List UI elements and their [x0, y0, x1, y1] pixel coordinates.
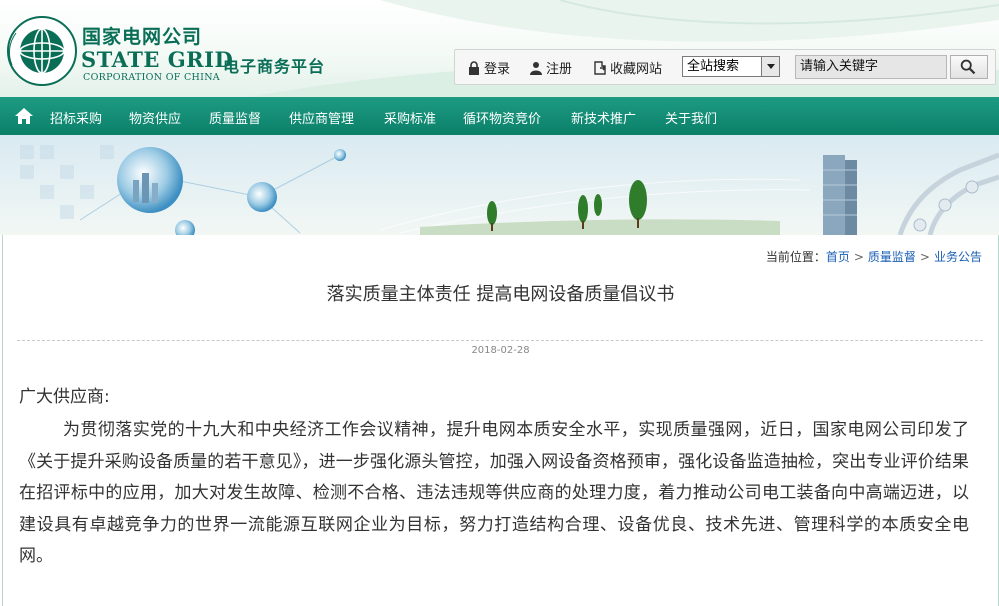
- article-panel: 当前位置：首页 > 质量监督 > 业务公告 落实质量主体责任 提高电网设备质量倡议书 2…: [2, 235, 999, 606]
- article-date: 2018-02-28: [471, 345, 530, 356]
- nav-item-new-tech[interactable]: 新技术推广: [571, 108, 636, 127]
- nav-item-supply[interactable]: 物资供应: [129, 108, 181, 127]
- nav-item-quality[interactable]: 质量监督: [209, 108, 261, 127]
- search-icon: [960, 59, 976, 75]
- chevron-right-icon: >: [919, 250, 930, 264]
- user-icon: [530, 62, 542, 75]
- top-toolbar: 登录 注册 收藏网站 全站搜索 请输入关键字: [454, 49, 996, 85]
- favorite-link[interactable]: 收藏网站: [593, 58, 662, 77]
- breadcrumb: 当前位置：首页 > 质量监督 > 业务公告: [766, 248, 982, 265]
- search-scope-value: 全站搜索: [687, 59, 740, 74]
- company-subtitle-en: CORPORATION OF CHINA: [83, 72, 220, 83]
- company-name-en: STATE GRID: [81, 47, 234, 72]
- lock-icon: [469, 61, 479, 75]
- favorite-label: 收藏网站: [610, 62, 663, 77]
- register-label: 注册: [546, 62, 573, 77]
- search-button[interactable]: [950, 55, 988, 79]
- article-greeting: 广大供应商:: [19, 387, 110, 407]
- banner-illustration: [0, 135, 999, 235]
- login-link[interactable]: 登录: [467, 58, 510, 77]
- nav-item-recycling-bid[interactable]: 循环物资竞价: [463, 108, 541, 127]
- bookmark-icon: [594, 61, 606, 75]
- breadcrumb-quality[interactable]: 质量监督: [868, 250, 916, 264]
- state-grid-logo-icon: [7, 16, 77, 86]
- main-nav: 招标采购 物资供应 质量监督 供应商管理 采购标准 循环物资竞价 新技术推广 关…: [0, 97, 999, 135]
- nav-item-about[interactable]: 关于我们: [665, 108, 717, 127]
- hero-banner: [0, 135, 999, 235]
- search-scope-select[interactable]: 全站搜索: [682, 56, 780, 77]
- article-title: 落实质量主体责任 提高电网设备质量倡议书: [326, 284, 675, 305]
- breadcrumb-prefix: 当前位置：: [765, 250, 826, 264]
- chevron-right-icon: >: [853, 250, 864, 264]
- nav-item-standards[interactable]: 采购标准: [384, 108, 436, 127]
- article-paragraph: 为贯彻落实党的十九大和中央经济工作会议精神，提升电网本质安全水平，实现质量强网，…: [19, 420, 969, 566]
- search-input[interactable]: 请输入关键字: [795, 55, 947, 79]
- divider: [17, 340, 983, 341]
- breadcrumb-announcements[interactable]: 业务公告: [934, 250, 982, 264]
- nav-item-supplier-mgmt[interactable]: 供应商管理: [289, 108, 354, 127]
- nav-item-bidding[interactable]: 招标采购: [50, 108, 102, 127]
- register-link[interactable]: 注册: [529, 58, 572, 77]
- site-header: 国家电网公司 STATE GRID CORPORATION OF CHINA 电…: [0, 0, 999, 97]
- login-label: 登录: [484, 62, 511, 77]
- home-icon[interactable]: [14, 107, 34, 125]
- company-name-cn: 国家电网公司: [82, 26, 203, 48]
- platform-name: 电子商务平台: [223, 57, 326, 76]
- breadcrumb-home[interactable]: 首页: [826, 250, 850, 264]
- chevron-down-icon[interactable]: [761, 57, 779, 76]
